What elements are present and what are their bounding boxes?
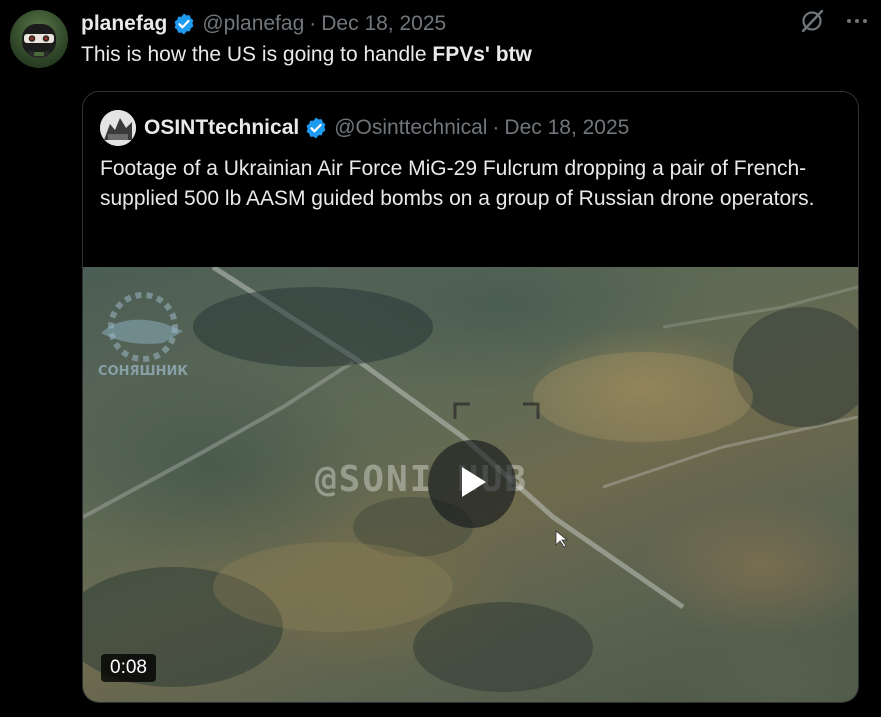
separator-dot: · [492,116,500,139]
play-button[interactable] [428,440,516,528]
watermark-logo-text: СОНЯШНИК [98,364,188,379]
author-name[interactable]: planefag [81,12,167,36]
header-actions [799,8,869,39]
separator-dot: · [309,12,317,35]
quote-author-name[interactable]: OSINTtechnical [144,116,299,140]
quote-header: OSINTtechnical @Osinttechnical · Dec 18,… [100,110,848,146]
tweet-text: This is how the US is going to handle FP… [81,43,532,67]
osint-avatar[interactable] [100,110,136,146]
more-options-icon[interactable] [845,9,869,38]
play-icon [452,462,492,507]
quote-text: Footage of a Ukrainian Air Force MiG-29 … [100,157,815,210]
quote-author-handle[interactable]: @Osinttechnical [334,116,487,140]
quoted-tweet[interactable]: OSINTtechnical @Osinttechnical · Dec 18,… [82,91,859,703]
verified-badge-icon[interactable] [304,116,328,140]
verified-badge-icon[interactable] [172,12,196,36]
tweet-text-regular: This is how the US is going to handle [81,43,433,66]
author-handle[interactable]: @planefag [202,12,304,36]
tweet-text-bold: FPVs' btw [432,43,532,66]
tweet-header: planefag @planefag · Dec 18, 2025 [81,9,871,39]
video-player[interactable]: СОНЯШНИК @SONI HUB 0:08 [83,267,858,702]
quote-date[interactable]: Dec 18, 2025 [504,116,629,140]
video-duration: 0:08 [101,654,156,682]
watermark-logo: СОНЯШНИК [83,285,203,380]
tweet-date[interactable]: Dec 18, 2025 [321,12,446,36]
author-avatar[interactable] [10,10,68,68]
grok-icon[interactable] [799,8,825,39]
